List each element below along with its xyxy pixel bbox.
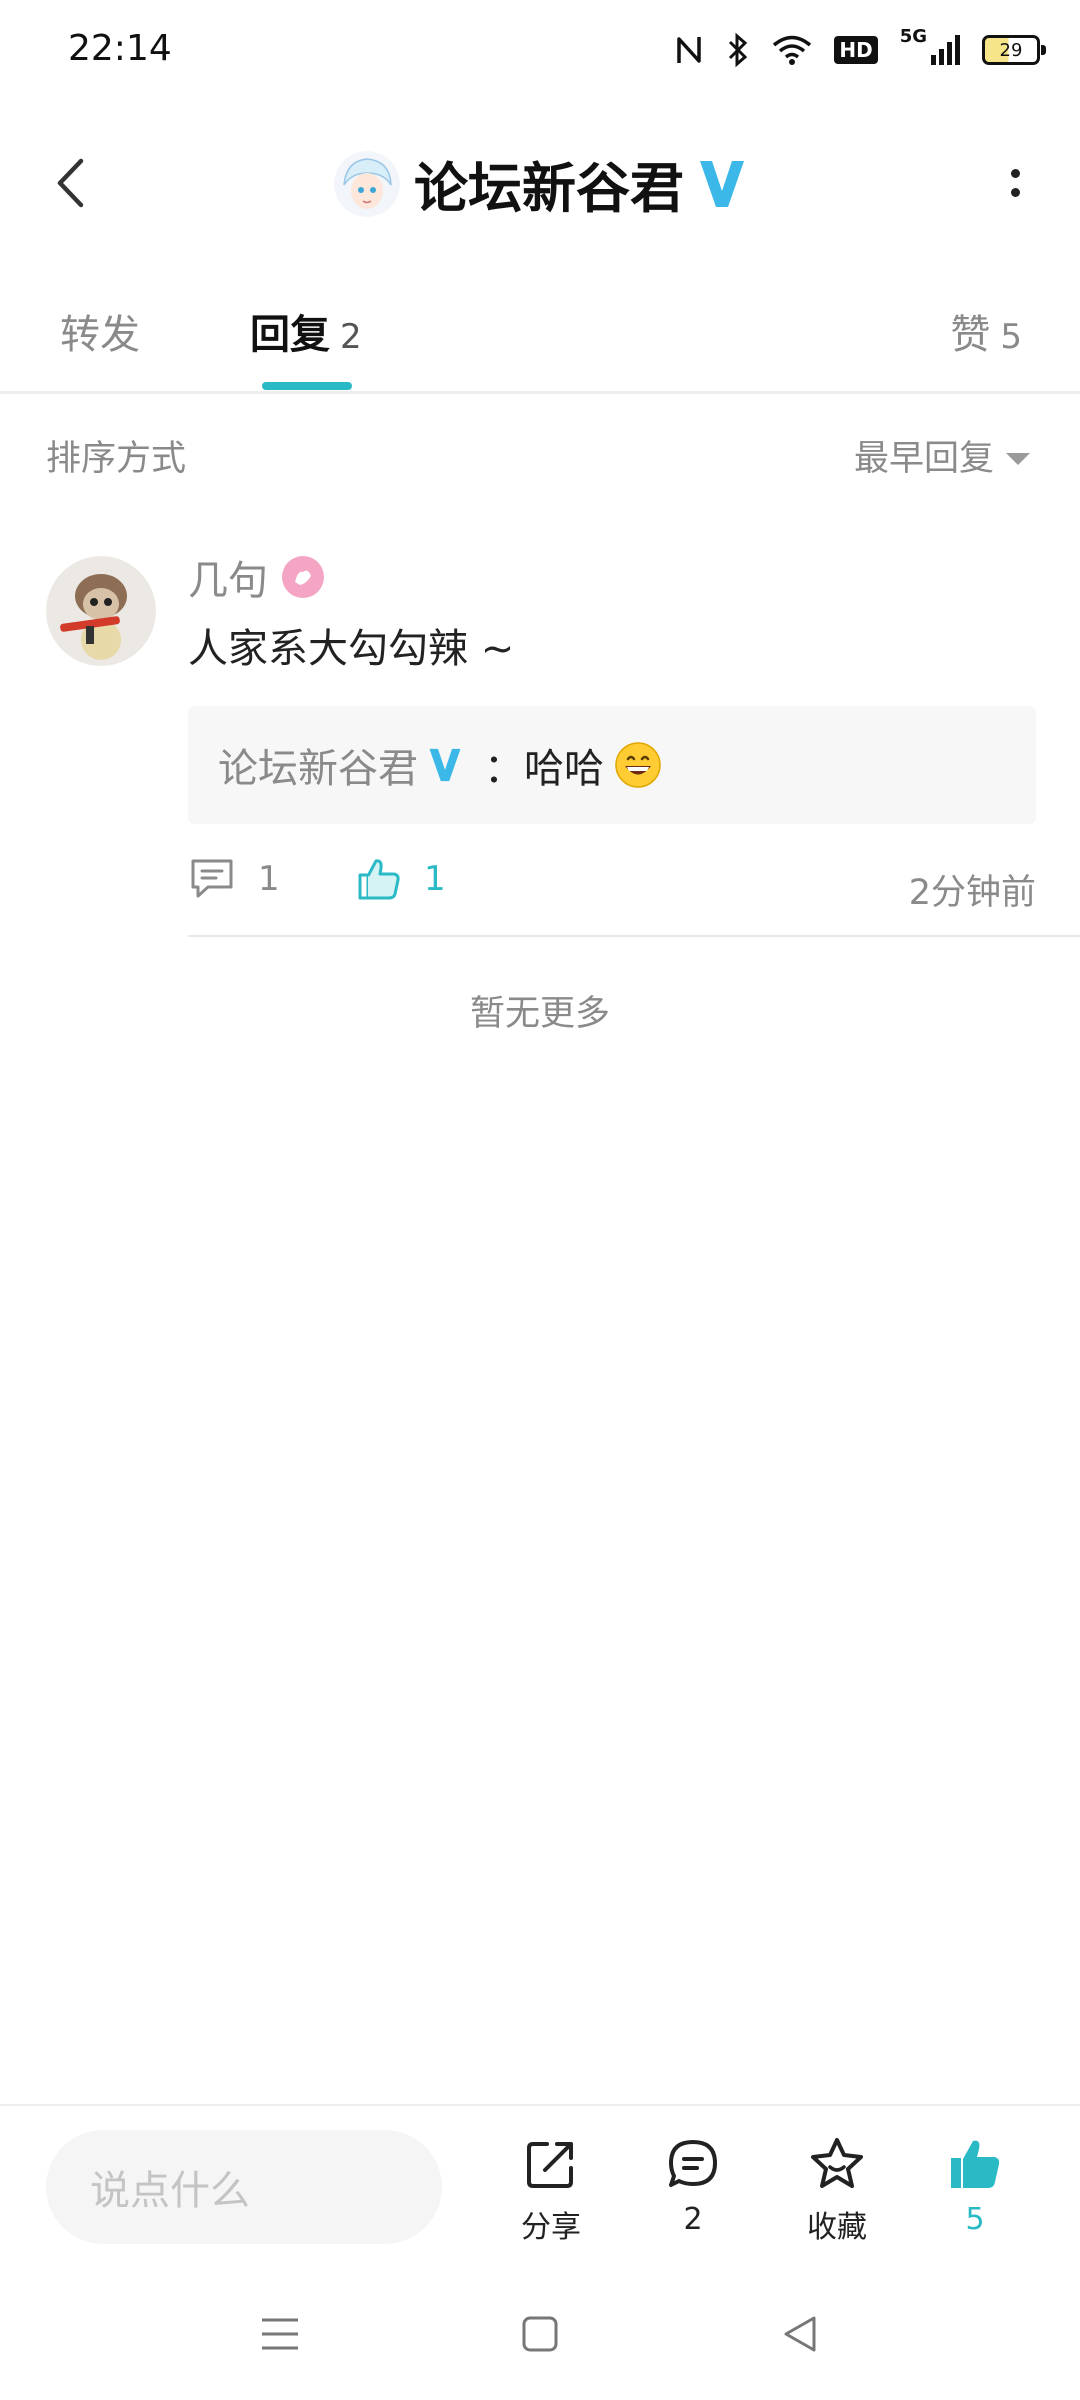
quoted-text: ：哈哈 (484, 746, 604, 792)
comment-reply-count: 1 (258, 859, 280, 899)
sort-value: 最早回复 (853, 439, 994, 479)
header-title-area[interactable]: 论坛新谷君 (0, 144, 1080, 223)
tab-like[interactable]: 赞 5 (950, 302, 1022, 360)
tab-bar: 转发 回复 2 赞 5 (0, 290, 1080, 394)
triangle-back-icon (784, 2316, 816, 2352)
header: 论坛新谷君 (0, 120, 1080, 250)
like-count: 5 (965, 2202, 985, 2237)
comment-reply-button[interactable]: 1 (188, 856, 280, 902)
bottom-action-bar: 说点什么 分享 2 收藏 5 (0, 2104, 1080, 2268)
page-title: 论坛新谷君 (414, 157, 684, 220)
active-tab-indicator (262, 382, 352, 390)
verified-badge-icon (428, 746, 462, 784)
nav-home-button[interactable] (510, 2308, 570, 2360)
comment-like-button[interactable]: 1 (356, 856, 446, 902)
like-button[interactable]: 5 (920, 2136, 1030, 2237)
nav-recents-button[interactable] (250, 2308, 310, 2360)
comment-bubble-icon (191, 859, 233, 898)
more-options-button[interactable] (990, 150, 1040, 216)
more-dots-icon (1010, 169, 1020, 178)
comments-button[interactable]: 2 (638, 2136, 748, 2237)
thumbs-up-icon (358, 859, 400, 900)
favorite-label: 收藏 (807, 2210, 867, 2245)
user-avatar[interactable] (334, 150, 400, 217)
sort-row: 排序方式 最早回复 (0, 430, 1080, 490)
quoted-author: 论坛新谷君 (218, 746, 418, 792)
nfc-icon (674, 28, 704, 72)
share-icon (527, 2142, 573, 2188)
tab-count: 5 (1000, 317, 1022, 357)
menu-lines-icon (262, 2318, 298, 2350)
thumbs-up-filled-icon (951, 2140, 1000, 2188)
wifi-icon (772, 28, 812, 72)
no-more-text: 暂无更多 (469, 994, 610, 1034)
comments-count: 2 (683, 2202, 703, 2237)
grinning-emoji-icon (614, 741, 662, 789)
bluetooth-icon (726, 28, 750, 72)
divider (188, 935, 1080, 937)
status-bar: 22:14 HD 5G 29 (0, 0, 1080, 100)
tab-count: 2 (340, 317, 362, 357)
favorite-button[interactable]: 收藏 (782, 2136, 892, 2246)
chat-bubble-icon (669, 2140, 717, 2187)
share-label: 分享 (521, 2210, 581, 2245)
commenter-name[interactable]: 几句 (188, 548, 268, 606)
nav-back-button[interactable] (770, 2308, 830, 2360)
commenter-name-row: 几句 (188, 548, 324, 606)
tab-reply[interactable]: 回复 2 (250, 302, 362, 360)
comment-timestamp: 2分钟前 (908, 873, 1036, 913)
system-nav-bar (0, 2268, 1080, 2400)
caret-down-icon (1006, 452, 1030, 465)
quoted-reply[interactable]: 论坛新谷君 ：哈哈 (188, 706, 1036, 824)
share-button[interactable]: 分享 (496, 2136, 606, 2246)
star-icon (811, 2138, 863, 2188)
battery-icon: 29 (982, 28, 1046, 72)
sort-label: 排序方式 (46, 439, 187, 479)
page: 22:14 HD 5G 29 论坛新谷君 转发 回复 2 赞 5 排序方式 最早… (0, 0, 1080, 2400)
hd-icon: HD (834, 28, 878, 72)
comment-input[interactable]: 说点什么 (46, 2130, 442, 2244)
verified-badge-icon (698, 157, 746, 211)
signal-icon: 5G (900, 28, 960, 72)
comment-actions: 1 1 2分钟前 (188, 856, 1036, 916)
square-home-icon (522, 2316, 558, 2352)
comment-text: 人家系大勾勾辣 ~ (188, 626, 515, 672)
comment-like-count: 1 (424, 859, 446, 899)
tab-forward[interactable]: 转发 (60, 302, 140, 360)
level-badge-icon (282, 556, 324, 598)
tab-label: 转发 (60, 312, 140, 358)
commenter-avatar[interactable] (46, 556, 156, 666)
status-icons: HD 5G 29 (674, 28, 1046, 72)
tab-label: 赞 (950, 312, 991, 358)
sort-dropdown[interactable]: 最早回复 (854, 430, 1030, 481)
battery-level: 29 (982, 35, 1046, 65)
tab-label: 回复 (250, 312, 330, 358)
comment-item: 几句 人家系大勾勾辣 ~ 论坛新谷君 ：哈哈 1 1 2分钟前 (0, 548, 1080, 938)
status-time: 22:14 (68, 28, 172, 69)
